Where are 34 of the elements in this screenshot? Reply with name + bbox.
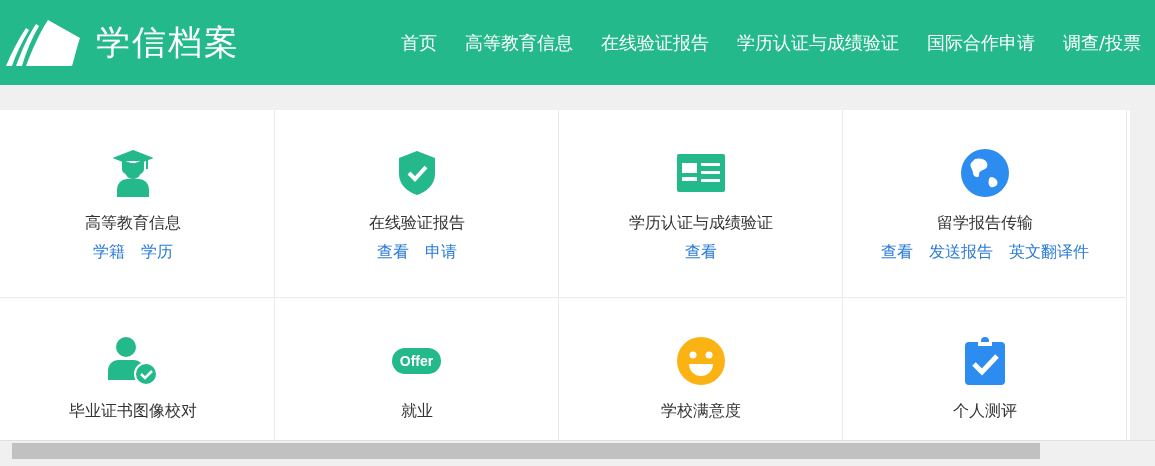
nav-link[interactable]: 国际合作申请	[912, 30, 1049, 55]
graduate-icon	[112, 149, 153, 197]
service-title: 高等教育信息	[84, 213, 181, 234]
book-logo-icon	[6, 19, 80, 66]
service-title: 就业	[400, 401, 433, 422]
globe-icon	[960, 149, 1009, 197]
id-card-icon	[676, 154, 725, 192]
service-title: 在线验证报告	[368, 213, 465, 234]
person-check-icon	[107, 336, 158, 386]
scrollbar-thumb[interactable]	[12, 443, 1040, 459]
service-title: 学历认证与成绩验证	[628, 213, 773, 234]
logo-text: 学信档案	[96, 20, 240, 64]
service-title: 个人测评	[952, 401, 1017, 422]
service-link[interactable]: 查看	[376, 242, 409, 263]
service-title: 学校满意度	[660, 401, 741, 422]
service-link[interactable]: 英文翻译件	[1008, 242, 1089, 263]
offer-badge: Offer	[391, 348, 442, 374]
service-title: 留学报告传输	[936, 213, 1033, 234]
shield-check-icon	[397, 150, 436, 196]
nav-link[interactable]: 学历认证与成绩验证	[722, 30, 913, 55]
service-link[interactable]: 查看	[880, 242, 913, 263]
nav-link[interactable]: 高等教育信息	[450, 30, 587, 55]
clipboard-check-icon	[963, 336, 1006, 386]
service-link[interactable]: 发送报告	[928, 242, 993, 263]
smiley-face-icon	[676, 337, 725, 385]
service-link[interactable]: 查看	[684, 242, 717, 263]
nav-link[interactable]: 调查/投票	[1048, 30, 1155, 55]
nav-link[interactable]: 在线验证报告	[586, 30, 723, 55]
service-link[interactable]: 申请	[424, 242, 457, 263]
service-link[interactable]: 学历	[140, 242, 173, 263]
service-title: 毕业证书图像校对	[68, 401, 197, 422]
nav-link[interactable]: 首页	[386, 30, 451, 55]
service-link[interactable]: 学籍	[92, 242, 125, 263]
horizontal-scrollbar[interactable]	[0, 440, 1155, 461]
